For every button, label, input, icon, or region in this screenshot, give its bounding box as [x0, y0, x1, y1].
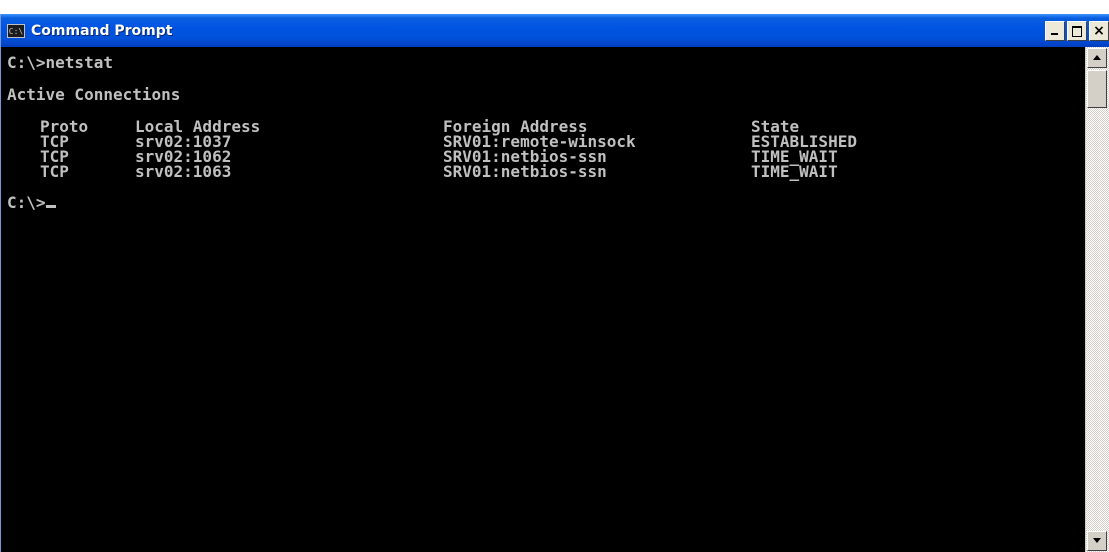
section-title: Active Connections [7, 85, 181, 104]
window-controls: × [1043, 21, 1109, 41]
row-state: TIME_WAIT [751, 162, 838, 181]
row-local-address: srv02:1063 [135, 162, 232, 181]
scroll-down-arrow-icon[interactable] [1087, 531, 1107, 551]
header-proto: Proto [40, 117, 89, 136]
row-proto: TCP [40, 132, 69, 151]
console-output[interactable]: C:\>netstat Active Connections Proto Loc… [7, 47, 1084, 552]
text-cursor [45, 205, 56, 208]
console-icon[interactable]: C:\ [7, 23, 25, 38]
window-title: Command Prompt [31, 22, 173, 39]
command-prompt-window: C:\ Command Prompt × C:\>netstat Active … [0, 14, 1109, 552]
command-line: C:\>netstat [7, 53, 113, 72]
scrollbar-thumb[interactable] [1087, 70, 1107, 108]
vertical-scrollbar[interactable] [1085, 47, 1109, 552]
close-button[interactable]: × [1089, 21, 1109, 41]
title-bar[interactable]: C:\ Command Prompt × [1, 14, 1109, 47]
maximize-button[interactable] [1067, 21, 1087, 41]
prompt-line[interactable]: C:\> [7, 195, 1084, 211]
row-proto: TCP [40, 162, 69, 181]
prompt: C:\> [7, 193, 46, 212]
minimize-button[interactable] [1045, 21, 1065, 41]
row-foreign-address: SRV01:netbios-ssn [443, 162, 607, 181]
scroll-up-arrow-icon[interactable] [1087, 48, 1107, 68]
row-proto: TCP [40, 147, 69, 166]
connection-row: TCP srv02:1063 SRV01:netbios-ssn TIME_WA… [7, 162, 1084, 181]
